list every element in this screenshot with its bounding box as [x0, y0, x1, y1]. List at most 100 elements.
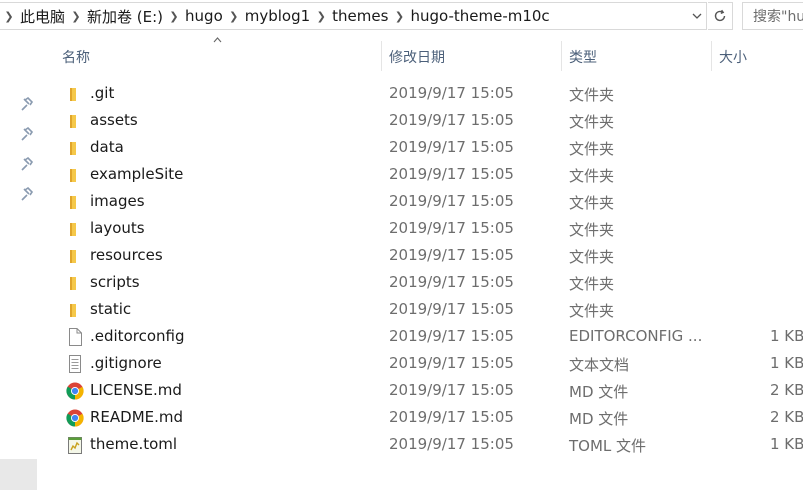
file-type: 文件夹: [569, 248, 615, 266]
folder-icon: [66, 112, 84, 130]
file-type: 文件夹: [569, 86, 615, 104]
pin-icon[interactable]: [19, 127, 33, 141]
file-size: 1 KB: [770, 354, 803, 372]
file-name[interactable]: layouts: [90, 219, 145, 237]
toml-file-icon: [66, 436, 84, 454]
crumb-hugo[interactable]: hugo: [183, 7, 225, 25]
file-row[interactable]: .editorconfig 2019/9/17 15:05 EDITORCONFIG…: [40, 323, 803, 350]
file-row[interactable]: assets 2019/9/17 15:05 文件夹: [40, 107, 803, 134]
file-size: 1 KB: [770, 327, 803, 345]
file-row[interactable]: LICENSE.md 2019/9/17 15:05 MD 文件 2 KB: [40, 377, 803, 404]
file-name[interactable]: images: [90, 192, 145, 210]
column-header-bar: 名称 修改日期 类型 大小: [40, 33, 803, 73]
folder-icon: [66, 166, 84, 184]
column-header-type[interactable]: 类型: [569, 47, 597, 67]
file-type: 文本文档: [569, 356, 630, 374]
crumb-themes[interactable]: themes: [330, 7, 390, 25]
file-name[interactable]: scripts: [90, 273, 140, 291]
file-name[interactable]: README.md: [90, 408, 183, 426]
file-modified-date: 2019/9/17 15:05: [389, 165, 514, 183]
file-type: 文件夹: [569, 113, 615, 131]
file-size: 2 KB: [770, 408, 803, 426]
file-row[interactable]: .gitignore 2019/9/17 15:05 文本文档 1 KB: [40, 350, 803, 377]
file-type: 文件夹: [569, 221, 615, 239]
crumb-drive-e[interactable]: 新加卷 (E:): [85, 6, 165, 27]
file-row[interactable]: theme.toml 2019/9/17 15:05 TOML 文件 1 KB: [40, 431, 803, 458]
file-modified-date: 2019/9/17 15:05: [389, 111, 514, 129]
file-explorer-window: ❯ 此电脑 ❯ 新加卷 (E:) ❯ hugo ❯ myblog1 ❯ them…: [0, 0, 803, 490]
column-header-size[interactable]: 大小: [719, 47, 747, 67]
file-row[interactable]: scripts 2019/9/17 15:05 文件夹: [40, 269, 803, 296]
file-type: 文件夹: [569, 302, 615, 320]
folder-icon: [66, 139, 84, 157]
file-type: MD 文件: [569, 383, 629, 401]
chevron-right-icon[interactable]: ❯: [67, 10, 85, 23]
chevron-right-icon[interactable]: ❯: [390, 10, 408, 23]
file-row[interactable]: data 2019/9/17 15:05 文件夹: [40, 134, 803, 161]
file-type: MD 文件: [569, 410, 629, 428]
chrome-icon: [66, 382, 84, 400]
file-row[interactable]: README.md 2019/9/17 15:05 MD 文件 2 KB: [40, 404, 803, 431]
file-row[interactable]: .git 2019/9/17 15:05 文件夹: [40, 80, 803, 107]
crumb-myblog1[interactable]: myblog1: [243, 7, 312, 25]
file-name[interactable]: resources: [90, 246, 163, 264]
breadcrumb[interactable]: ❯ 此电脑 ❯ 新加卷 (E:) ❯ hugo ❯ myblog1 ❯ them…: [0, 2, 707, 30]
chevron-right-icon[interactable]: ❯: [0, 10, 18, 23]
crumb-hugo-theme-m10c[interactable]: hugo-theme-m10c: [408, 7, 551, 25]
folder-icon: [66, 85, 84, 103]
file-name[interactable]: static: [90, 300, 131, 318]
pin-icon[interactable]: [19, 157, 33, 171]
chevron-down-icon[interactable]: [686, 2, 708, 30]
file-modified-date: 2019/9/17 15:05: [389, 435, 514, 453]
address-bar: ❯ 此电脑 ❯ 新加卷 (E:) ❯ hugo ❯ myblog1 ❯ them…: [0, 0, 803, 34]
file-modified-date: 2019/9/17 15:05: [389, 381, 514, 399]
file-row[interactable]: static 2019/9/17 15:05 文件夹: [40, 296, 803, 323]
file-type: 文件夹: [569, 275, 615, 293]
file-modified-date: 2019/9/17 15:05: [389, 300, 514, 318]
file-row[interactable]: exampleSite 2019/9/17 15:05 文件夹: [40, 161, 803, 188]
sort-ascending-icon: [213, 35, 222, 46]
refresh-icon: [714, 9, 726, 22]
file-modified-date: 2019/9/17 15:05: [389, 192, 514, 210]
blank-file-icon: [66, 328, 84, 346]
file-name[interactable]: theme.toml: [90, 435, 177, 453]
nav-pane-scrollbar[interactable]: [0, 459, 37, 490]
column-divider[interactable]: [561, 41, 562, 71]
file-type: TOML 文件: [569, 437, 647, 455]
refresh-button[interactable]: [708, 2, 733, 30]
column-divider[interactable]: [711, 41, 712, 71]
file-name[interactable]: .git: [90, 84, 114, 102]
file-modified-date: 2019/9/17 15:05: [389, 327, 514, 345]
file-type: 文件夹: [569, 167, 615, 185]
file-row[interactable]: resources 2019/9/17 15:05 文件夹: [40, 242, 803, 269]
folder-icon: [66, 193, 84, 211]
file-row[interactable]: images 2019/9/17 15:05 文件夹: [40, 188, 803, 215]
file-name[interactable]: LICENSE.md: [90, 381, 182, 399]
text-file-icon: [66, 355, 84, 373]
file-name[interactable]: .gitignore: [90, 354, 162, 372]
search-input[interactable]: 搜索"hu: [742, 2, 803, 30]
column-divider[interactable]: [381, 41, 382, 71]
file-size: 2 KB: [770, 381, 803, 399]
column-header-name[interactable]: 名称: [62, 47, 90, 67]
file-list: .git 2019/9/17 15:05 文件夹 assets 2019/9/17 15…: [40, 80, 803, 458]
file-name[interactable]: data: [90, 138, 124, 156]
folder-icon: [66, 301, 84, 319]
crumb-this-pc[interactable]: 此电脑: [18, 6, 67, 27]
file-row[interactable]: layouts 2019/9/17 15:05 文件夹: [40, 215, 803, 242]
file-name[interactable]: .editorconfig: [90, 327, 184, 345]
file-modified-date: 2019/9/17 15:05: [389, 84, 514, 102]
pin-icon[interactable]: [19, 187, 33, 201]
chevron-right-icon[interactable]: ❯: [165, 10, 183, 23]
chevron-right-icon[interactable]: ❯: [312, 10, 330, 23]
file-modified-date: 2019/9/17 15:05: [389, 219, 514, 237]
pin-icon[interactable]: [19, 97, 33, 111]
file-type: 文件夹: [569, 194, 615, 212]
file-name[interactable]: exampleSite: [90, 165, 183, 183]
file-type: EDITORCONFIG ...: [569, 327, 703, 345]
column-header-date[interactable]: 修改日期: [389, 47, 445, 67]
file-modified-date: 2019/9/17 15:05: [389, 354, 514, 372]
file-name[interactable]: assets: [90, 111, 138, 129]
chevron-right-icon[interactable]: ❯: [225, 10, 243, 23]
chrome-icon: [66, 409, 84, 427]
